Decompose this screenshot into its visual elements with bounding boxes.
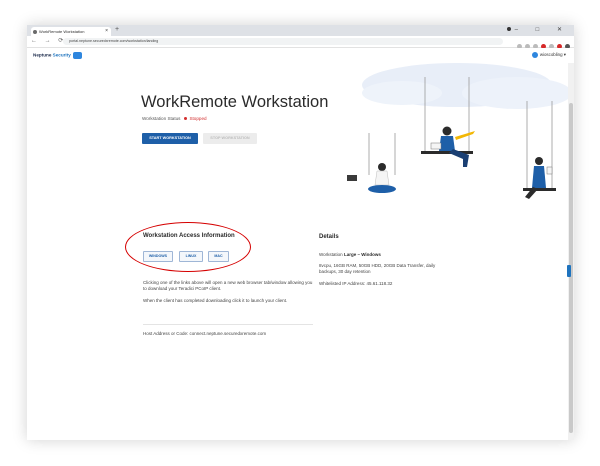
tab-close-icon[interactable]: × — [105, 27, 108, 36]
whitelisted-ip: Whitelisted IP Address: 45.61.118.32 — [319, 281, 393, 286]
url-field[interactable]: portal.neptune.securedxremote.com/workst… — [63, 38, 503, 45]
scrollbar[interactable] — [568, 63, 574, 440]
laptop-icon — [430, 142, 442, 150]
app-header: Neptune Security wioscobling ▾ — [27, 48, 574, 63]
side-feedback-tab[interactable] — [567, 265, 571, 277]
browser-tab-bar: WorkRemote Workstation × + ‒ □ ✕ — [27, 25, 574, 36]
phone-icon — [546, 166, 553, 175]
nav-buttons[interactable]: ← → ⟳ — [31, 37, 66, 44]
screenshot-frame: WorkRemote Workstation × + ‒ □ ✕ ← → ⟳ p… — [27, 25, 574, 440]
tab-favicon-icon — [33, 29, 37, 34]
tie — [455, 131, 475, 140]
access-section: Workstation Access Information WINDOWS L… — [27, 222, 574, 440]
cloud-shape — [462, 77, 572, 109]
user-name: wioscobling — [539, 52, 563, 58]
laptop-icon — [347, 175, 357, 181]
address-bar-row: ← → ⟳ portal.neptune.securedxremote.com/… — [27, 36, 574, 50]
tab-title: WorkRemote Workstation — [39, 29, 85, 34]
person-body — [532, 166, 546, 188]
mac-button[interactable]: MAC — [208, 251, 229, 262]
divider — [143, 324, 313, 325]
cloud-shape — [362, 81, 442, 105]
workstation-size: Workstation Large – Windows — [319, 252, 381, 257]
person-legs — [368, 185, 396, 193]
chevron-down-icon: ▾ — [563, 52, 566, 58]
logo-cube-icon — [72, 52, 82, 59]
status-dot-icon — [184, 117, 188, 121]
extension-icons[interactable] — [514, 38, 570, 50]
person-head — [378, 163, 386, 171]
download-instructions: Clicking one of the links above will ope… — [143, 280, 313, 292]
details-title: Details — [319, 234, 339, 240]
person-head — [442, 126, 452, 136]
person-head — [535, 157, 543, 165]
status-label: Workstation Status — [142, 116, 181, 121]
red-annotation-ellipse — [125, 222, 251, 272]
user-menu[interactable]: wioscobling ▾ — [531, 52, 566, 58]
page-title: WorkRemote Workstation — [141, 93, 329, 111]
logo[interactable]: Neptune Security — [33, 52, 82, 59]
workstation-status: Workstation Status Stopped — [142, 116, 207, 121]
linux-button[interactable]: LINUX — [179, 251, 203, 262]
swing-seat — [421, 151, 473, 154]
browser-tab[interactable]: WorkRemote Workstation × — [31, 27, 111, 36]
start-workstation-button[interactable]: START WORKSTATION — [142, 133, 198, 144]
person-body — [439, 136, 455, 151]
access-info-title: Workstation Access Information — [143, 233, 235, 239]
remote-workers-illustration — [347, 63, 572, 199]
person-body — [374, 170, 390, 186]
windows-button[interactable]: WINDOWS — [143, 251, 173, 262]
swing-seat — [523, 188, 556, 191]
workstation-specs: 8vcpu, 16GB RAM, 50GB HDD, 20GB Data Tra… — [319, 263, 436, 275]
hero-section: WorkRemote Workstation Workstation Statu… — [27, 63, 574, 225]
profile-icon[interactable] — [506, 27, 511, 32]
avatar-icon — [531, 52, 538, 58]
status-value: Stopped — [189, 116, 207, 121]
launch-instructions: When the client has completed downloadin… — [143, 298, 288, 303]
host-address: Host Address or Code: connect.neptune.se… — [143, 331, 267, 336]
window-controls[interactable]: ‒ □ ✕ — [506, 26, 570, 33]
stop-workstation-button[interactable]: STOP WORKSTATION — [203, 133, 257, 144]
new-tab-icon[interactable]: + — [115, 26, 119, 33]
